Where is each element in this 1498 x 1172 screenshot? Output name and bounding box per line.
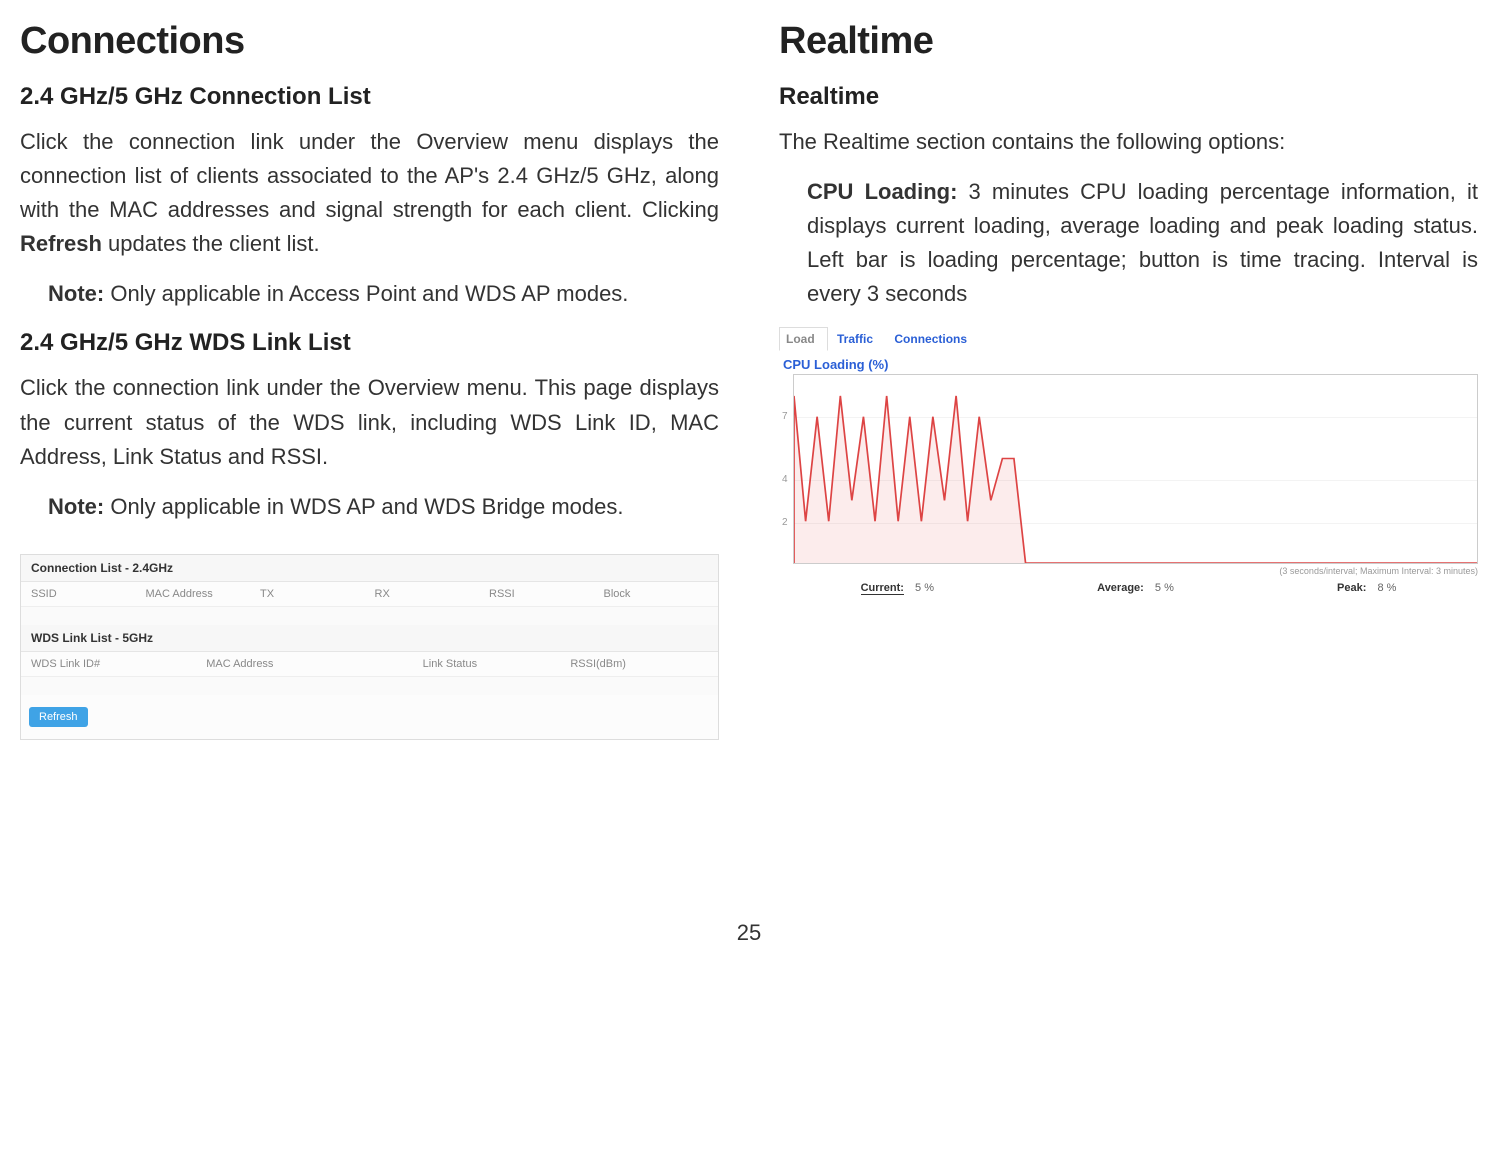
stat-average: Average: 5 % [1097,582,1174,594]
col-rssi: RSSI [489,588,594,600]
para-text-a: Click the connection link under the Over… [20,129,719,222]
wds-link-para: Click the connection link under the Over… [20,371,719,473]
col-wds-rssi: RSSI(dBm) [570,658,708,670]
spacer [21,607,718,625]
connections-title: Connections [20,20,719,63]
col-wds-id: WDS Link ID# [31,658,196,670]
right-column: Realtime Realtime The Realtime section c… [779,10,1478,740]
connlist-columns-24: SSID MAC Address TX RX RSSI Block [21,582,718,607]
tab-connections[interactable]: Connections [888,328,979,350]
average-label: Average: [1097,582,1144,594]
cpu-loading-chart: 7 4 2 [793,374,1478,564]
col-wds-status: Link Status [423,658,561,670]
average-value: 5 % [1155,582,1174,594]
refresh-button[interactable]: Refresh [29,707,88,727]
chart-title: CPU Loading (%) [783,357,1478,372]
peak-value: 8 % [1377,582,1396,594]
stat-current: Current: 5 % [861,582,934,594]
left-column: Connections 2.4 GHz/5 GHz Connection Lis… [20,10,719,740]
col-ssid: SSID [31,588,136,600]
conn-list-heading: 2.4 GHz/5 GHz Connection List [20,83,719,111]
conn-list-note: Note: Only applicable in Access Point an… [20,277,719,311]
spacer [21,677,718,695]
cpu-loading-desc: CPU Loading: 3 minutes CPU loading perce… [779,175,1478,311]
para-text-b: updates the client list. [102,231,320,256]
realtime-tabs: Load Traffic Connections [779,327,1478,351]
note-text: Only applicable in Access Point and WDS … [104,281,628,306]
current-value: 5 % [915,582,934,594]
col-tx: TX [260,588,365,600]
chart-wrapper: 7 4 2 [779,374,1478,564]
tab-load[interactable]: Load [779,327,828,351]
ytick-2: 2 [782,517,788,528]
col-rx: RX [375,588,480,600]
note-text: Only applicable in WDS AP and WDS Bridge… [104,494,623,519]
connlist-header-24: Connection List - 2.4GHz [21,555,718,582]
col-wds-mac: MAC Address [206,658,412,670]
col-mac: MAC Address [146,588,251,600]
note-label: Note: [48,494,104,519]
connection-list-screenshot: Connection List - 2.4GHz SSID MAC Addres… [20,554,719,740]
chart-line-icon [794,375,1477,563]
current-label: Current: [861,582,904,595]
wds-link-heading: 2.4 GHz/5 GHz WDS Link List [20,329,719,357]
ytick-4: 4 [782,474,788,485]
realtime-heading: Realtime [779,83,1478,111]
ytick-7: 7 [782,411,788,422]
realtime-intro: The Realtime section contains the follow… [779,125,1478,159]
cpu-loading-label: CPU Loading: [807,179,957,204]
wds-columns-5: WDS Link ID# MAC Address Link Status RSS… [21,652,718,677]
note-label: Note: [48,281,104,306]
chart-stats: Current: 5 % Average: 5 % Peak: 8 % [779,582,1478,594]
stat-peak: Peak: 8 % [1337,582,1396,594]
col-block: Block [604,588,709,600]
chart-interval-note: (3 seconds/interval; Maximum Interval: 3… [779,566,1478,576]
conn-list-para: Click the connection link under the Over… [20,125,719,261]
refresh-word: Refresh [20,231,102,256]
tab-traffic[interactable]: Traffic [831,328,885,350]
realtime-title: Realtime [779,20,1478,63]
wds-link-note: Note: Only applicable in WDS AP and WDS … [20,490,719,524]
wds-header-5: WDS Link List - 5GHz [21,625,718,652]
peak-label: Peak: [1337,582,1366,594]
page-number: 25 [20,920,1478,946]
